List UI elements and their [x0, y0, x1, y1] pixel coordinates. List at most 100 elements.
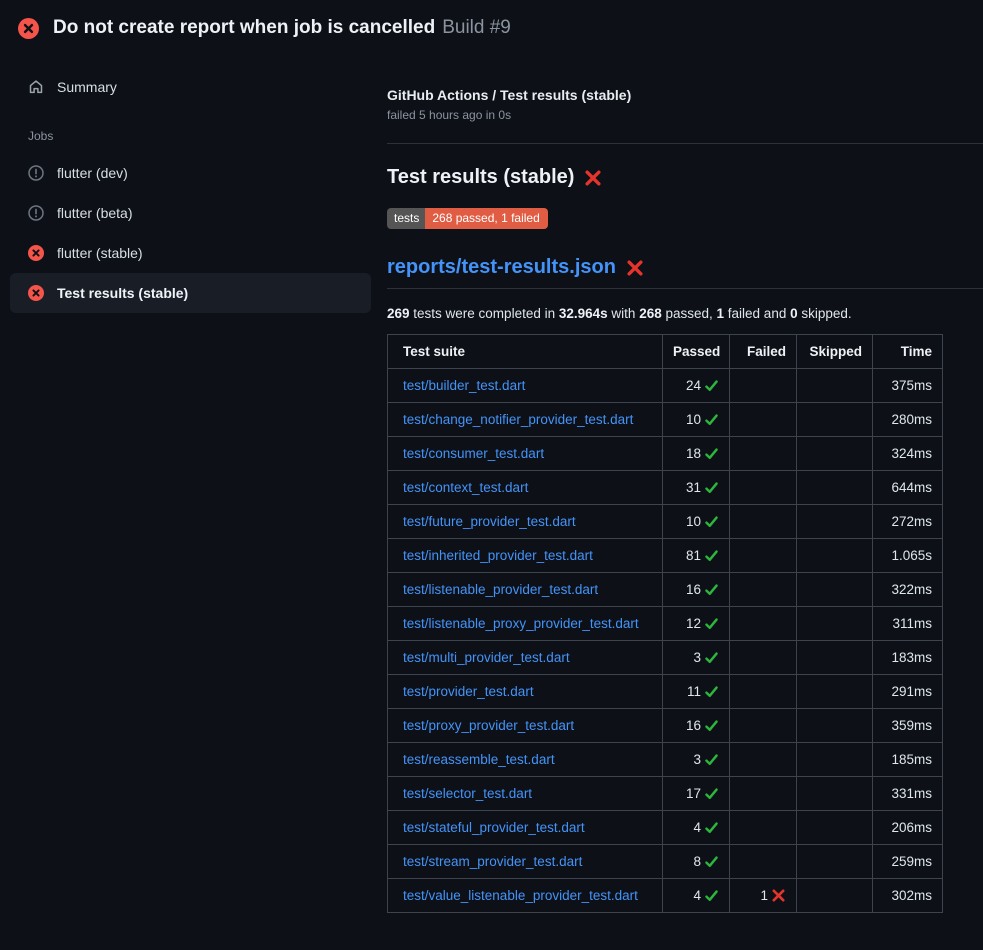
cross-mark-icon: [584, 169, 602, 187]
test-suite-link[interactable]: test/listenable_provider_test.dart: [403, 582, 598, 597]
time-cell: 331ms: [873, 777, 943, 811]
column-header-time: Time: [873, 335, 943, 369]
test-suite-link[interactable]: test/proxy_provider_test.dart: [403, 718, 574, 733]
job-label: flutter (stable): [57, 245, 143, 261]
sidebar-item-job-3[interactable]: Test results (stable): [10, 273, 371, 313]
table-row: test/reassemble_test.dart3185ms: [388, 743, 943, 777]
check-mark-icon: [704, 582, 719, 597]
main-content: GitHub Actions / Test results (stable) f…: [387, 53, 983, 913]
check-mark-icon: [704, 752, 719, 767]
check-mark-icon: [704, 412, 719, 427]
sidebar-summary-label: Summary: [57, 79, 117, 95]
table-row: test/value_listenable_provider_test.dart…: [388, 879, 943, 913]
report-title: reports/test-results.json: [387, 256, 983, 289]
table-row: test/change_notifier_provider_test.dart1…: [388, 403, 943, 437]
check-mark-icon: [704, 616, 719, 631]
divider: [387, 143, 983, 144]
run-status-line: failed 5 hours ago in 0s: [387, 108, 983, 122]
test-suite-link[interactable]: test/value_listenable_provider_test.dart: [403, 888, 638, 903]
test-suite-link[interactable]: test/provider_test.dart: [403, 684, 534, 699]
time-cell: 375ms: [873, 369, 943, 403]
breadcrumb: GitHub Actions / Test results (stable): [387, 87, 983, 103]
time-cell: 322ms: [873, 573, 943, 607]
test-suite-link[interactable]: test/stateful_provider_test.dart: [403, 820, 585, 835]
check-mark-icon: [704, 650, 719, 665]
table-row: test/stateful_provider_test.dart4206ms: [388, 811, 943, 845]
column-header-test-suite: Test suite: [388, 335, 663, 369]
test-suite-link[interactable]: test/reassemble_test.dart: [403, 752, 555, 767]
check-mark-icon: [704, 786, 719, 801]
x-circle-icon: [28, 245, 44, 261]
test-suite-link[interactable]: test/context_test.dart: [403, 480, 528, 495]
check-mark-icon: [704, 446, 719, 461]
check-mark-icon: [704, 718, 719, 733]
job-label: flutter (beta): [57, 205, 132, 221]
column-header-failed: Failed: [730, 335, 797, 369]
tests-summary-sentence: 269 tests were completed in 32.964s with…: [387, 306, 983, 321]
time-cell: 272ms: [873, 505, 943, 539]
check-mark-icon: [704, 684, 719, 699]
table-row: test/consumer_test.dart18324ms: [388, 437, 943, 471]
alert-circle-icon: [28, 165, 44, 181]
table-row: test/provider_test.dart11291ms: [388, 675, 943, 709]
badge-label: tests: [387, 208, 425, 229]
time-cell: 183ms: [873, 641, 943, 675]
cross-mark-icon: [771, 888, 786, 903]
time-cell: 291ms: [873, 675, 943, 709]
test-suite-link[interactable]: test/stream_provider_test.dart: [403, 854, 582, 869]
check-mark-icon: [704, 820, 719, 835]
badge-value: 268 passed, 1 failed: [425, 208, 547, 229]
time-cell: 206ms: [873, 811, 943, 845]
sidebar-item-job-2[interactable]: flutter (stable): [10, 233, 371, 273]
test-suite-link[interactable]: test/listenable_proxy_provider_test.dart: [403, 616, 639, 631]
time-cell: 644ms: [873, 471, 943, 505]
table-header-row: Test suitePassedFailedSkippedTime: [388, 335, 943, 369]
alert-circle-icon: [28, 205, 44, 221]
build-number: Build #9: [442, 17, 511, 38]
sidebar: Summary Jobs flutter (dev) flutter (beta)…: [0, 53, 381, 313]
time-cell: 359ms: [873, 709, 943, 743]
column-header-passed: Passed: [663, 335, 730, 369]
test-suite-link[interactable]: test/change_notifier_provider_test.dart: [403, 412, 633, 427]
x-circle-icon: [18, 18, 39, 39]
job-list: flutter (dev) flutter (beta) flutter (stab…: [10, 153, 371, 313]
run-title: Do not create report when job is cancell…: [53, 17, 435, 38]
check-mark-icon: [704, 888, 719, 903]
column-header-skipped: Skipped: [797, 335, 873, 369]
test-suite-link[interactable]: test/builder_test.dart: [403, 378, 525, 393]
time-cell: 311ms: [873, 607, 943, 641]
table-row: test/listenable_proxy_provider_test.dart…: [388, 607, 943, 641]
time-cell: 1.065s: [873, 539, 943, 573]
test-suite-link[interactable]: test/selector_test.dart: [403, 786, 532, 801]
table-row: test/selector_test.dart17331ms: [388, 777, 943, 811]
check-mark-icon: [704, 514, 719, 529]
time-cell: 302ms: [873, 879, 943, 913]
sidebar-item-job-1[interactable]: flutter (beta): [10, 193, 371, 233]
job-label: Test results (stable): [57, 285, 188, 301]
table-row: test/builder_test.dart24375ms: [388, 369, 943, 403]
time-cell: 324ms: [873, 437, 943, 471]
table-row: test/inherited_provider_test.dart811.065…: [388, 539, 943, 573]
table-row: test/future_provider_test.dart10272ms: [388, 505, 943, 539]
table-row: test/stream_provider_test.dart8259ms: [388, 845, 943, 879]
section-title-text: Test results (stable): [387, 166, 574, 189]
table-row: test/listenable_provider_test.dart16322m…: [388, 573, 943, 607]
table-row: test/context_test.dart31644ms: [388, 471, 943, 505]
cross-mark-icon: [626, 259, 644, 277]
run-header: Do not create report when job is cancell…: [0, 0, 983, 53]
test-suite-link[interactable]: test/consumer_test.dart: [403, 446, 544, 461]
jobs-section-label: Jobs: [10, 129, 371, 143]
sidebar-item-job-0[interactable]: flutter (dev): [10, 153, 371, 193]
time-cell: 185ms: [873, 743, 943, 777]
sidebar-item-summary[interactable]: Summary: [10, 67, 371, 107]
test-suite-link[interactable]: test/multi_provider_test.dart: [403, 650, 570, 665]
home-icon: [28, 79, 44, 95]
time-cell: 259ms: [873, 845, 943, 879]
check-mark-icon: [704, 480, 719, 495]
report-file-link[interactable]: reports/test-results.json: [387, 256, 616, 279]
table-row: test/proxy_provider_test.dart16359ms: [388, 709, 943, 743]
test-suite-link[interactable]: test/inherited_provider_test.dart: [403, 548, 593, 563]
test-suite-link[interactable]: test/future_provider_test.dart: [403, 514, 576, 529]
table-row: test/multi_provider_test.dart3183ms: [388, 641, 943, 675]
time-cell: 280ms: [873, 403, 943, 437]
